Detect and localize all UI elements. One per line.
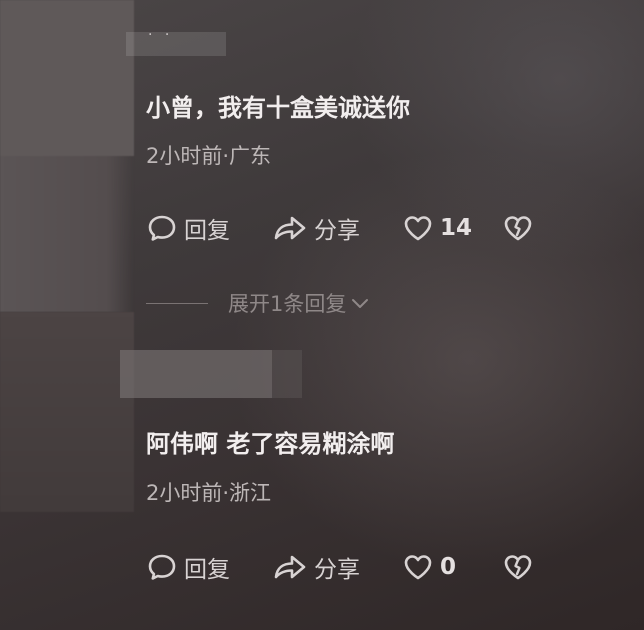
avatar[interactable] [0,0,134,312]
dislike-button[interactable] [502,551,534,583]
comment-meta: 2小时前·浙江 [146,481,272,505]
expand-replies: 展开1条回复 [146,288,370,318]
comment-bubble-icon [148,215,176,241]
expand-replies-label: 展开1条回复 [228,292,347,316]
heart-outline-icon [404,216,432,241]
comment-bubble-icon [148,554,176,580]
comment-text: 阿伟啊 老了容易糊涂啊 [146,430,395,458]
reply-button[interactable]: 回复 [146,211,272,245]
username-blurred[interactable] [120,350,272,398]
comment-actions: 回复 分享 14 [146,211,534,245]
like-button[interactable]: 0 [402,551,502,583]
share-button[interactable]: 分享 [272,211,402,245]
like-count: 14 [440,215,473,241]
dislike-button[interactable] [502,212,534,244]
username-placeholder: · · [148,27,174,43]
comment-text: 小曾，我有十盒美诚送你 [146,94,410,122]
reply-label: 回复 [184,557,230,583]
share-arrow-icon [274,555,306,579]
divider [146,302,208,304]
reply-label: 回复 [184,218,230,244]
share-label: 分享 [314,218,360,244]
like-count: 0 [440,554,457,580]
username-blurred[interactable] [126,32,226,56]
comment-meta: 2小时前·广东 [146,144,272,168]
avatar[interactable] [0,312,134,512]
chevron-down-icon [352,299,369,308]
share-arrow-icon [274,216,306,240]
reply-button[interactable]: 回复 [146,550,272,584]
share-button[interactable]: 分享 [272,550,402,584]
broken-heart-icon [504,216,532,241]
comment-actions: 回复 分享 0 [146,550,534,584]
like-button[interactable]: 14 [402,212,502,244]
share-label: 分享 [314,557,360,583]
username-blurred-edge [272,350,302,398]
broken-heart-icon [504,555,532,580]
heart-outline-icon [404,555,432,580]
expand-replies-button[interactable]: 展开1条回复 [228,288,370,318]
